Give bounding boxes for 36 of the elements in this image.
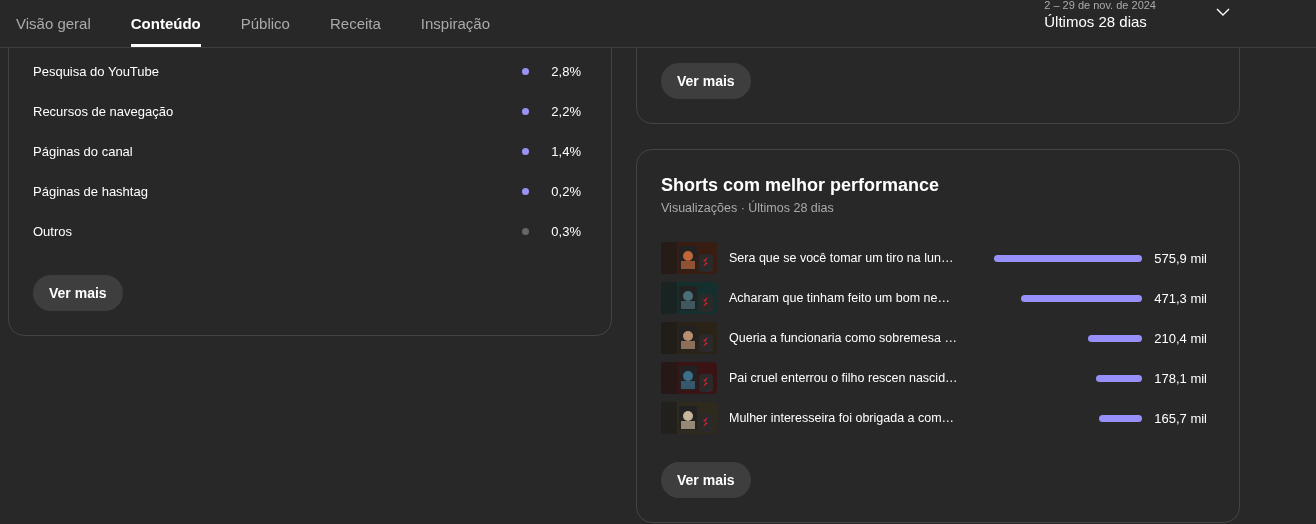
short-title[interactable]: Sera que se você tomar um tiro na lun…: [729, 251, 969, 265]
nav-tab[interactable]: Visão geral: [16, 0, 91, 47]
nav-tab[interactable]: Público: [240, 0, 290, 47]
see-more-button[interactable]: Ver mais: [661, 462, 751, 498]
source-value: 0,3%: [550, 223, 581, 239]
source-label: Pesquisa do YouTube: [33, 63, 160, 79]
chevron-down-icon[interactable]: [1216, 8, 1230, 16]
see-more-button[interactable]: Ver mais: [33, 275, 123, 311]
source-label: Páginas de hashtag: [33, 183, 149, 199]
views-bar: [1088, 334, 1142, 342]
views-bar: [1096, 374, 1142, 382]
nav-tab[interactable]: Conteúdo: [130, 0, 201, 47]
views-count: 210,4 mil: [1153, 330, 1207, 346]
short-title[interactable]: Queria a funcionaria como sobremesa …: [729, 331, 969, 345]
source-value: 2,8%: [550, 63, 581, 79]
source-value: 0,2%: [550, 183, 581, 199]
short-title[interactable]: Mulher interesseira foi obrigada a com…: [729, 411, 969, 425]
short-title[interactable]: Acharam que tinham feito um bom ne…: [729, 291, 969, 305]
source-label: Outros: [33, 223, 73, 239]
short-title[interactable]: Pai cruel enterrou o filho rescen nascid…: [729, 371, 969, 385]
date-range: 2 – 29 de nov. de 2024: [1044, 0, 1156, 11]
views-count: 178,1 mil: [1153, 370, 1207, 386]
card-title: Shorts com melhor performance: [661, 174, 941, 196]
source-label: Páginas do canal: [33, 143, 134, 159]
see-more-button[interactable]: Ver mais: [661, 63, 751, 99]
source-value: 1,4%: [550, 143, 581, 159]
views-bar: [1099, 414, 1142, 422]
source-label: Recursos de navegação: [33, 103, 175, 119]
views-count: 575,9 mil: [1153, 250, 1207, 266]
views-count: 165,7 mil: [1153, 410, 1207, 426]
source-value: 2,2%: [550, 103, 581, 119]
nav-tab[interactable]: Inspiração: [420, 0, 491, 47]
nav-tab[interactable]: Receita: [329, 0, 381, 47]
card-subtitle: Visualizações · Últimos 28 dias: [661, 199, 835, 217]
views-count: 471,3 mil: [1153, 290, 1207, 306]
period-dropdown[interactable]: Últimos 28 dias: [1044, 13, 1156, 30]
